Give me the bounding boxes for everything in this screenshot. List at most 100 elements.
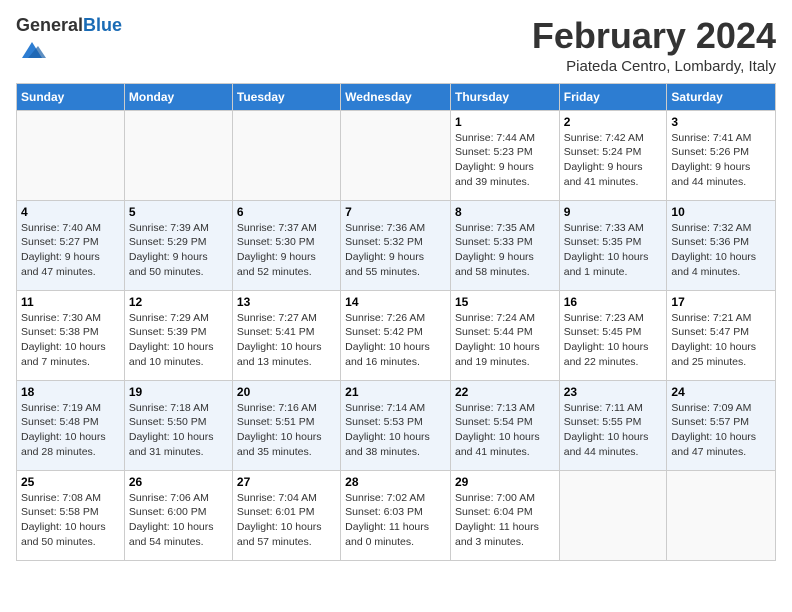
logo-icon [18, 36, 46, 64]
day-number: 14 [345, 295, 446, 309]
weekday-header: Friday [559, 83, 667, 110]
day-info: Sunrise: 7:32 AM Sunset: 5:36 PM Dayligh… [671, 221, 771, 280]
day-number: 23 [564, 385, 663, 399]
calendar-cell: 10 Sunrise: 7:32 AM Sunset: 5:36 PM Dayli… [667, 200, 776, 290]
day-info: Sunrise: 7:09 AM Sunset: 5:57 PM Dayligh… [671, 401, 771, 460]
calendar-cell: 17 Sunrise: 7:21 AM Sunset: 5:47 PM Dayli… [667, 290, 776, 380]
day-number: 7 [345, 205, 446, 219]
calendar-cell: 6 Sunrise: 7:37 AM Sunset: 5:30 PM Daylig… [232, 200, 340, 290]
day-info: Sunrise: 7:13 AM Sunset: 5:54 PM Dayligh… [455, 401, 555, 460]
day-number: 20 [237, 385, 336, 399]
day-info: Sunrise: 7:36 AM Sunset: 5:32 PM Dayligh… [345, 221, 446, 280]
day-number: 11 [21, 295, 120, 309]
calendar-cell: 18 Sunrise: 7:19 AM Sunset: 5:48 PM Dayli… [17, 380, 125, 470]
day-number: 6 [237, 205, 336, 219]
day-number: 4 [21, 205, 120, 219]
day-info: Sunrise: 7:40 AM Sunset: 5:27 PM Dayligh… [21, 221, 120, 280]
weekday-header: Monday [124, 83, 232, 110]
calendar-cell: 28 Sunrise: 7:02 AM Sunset: 6:03 PM Dayli… [341, 470, 451, 560]
calendar-week-row: 25Sunrise: 7:08 AM Sunset: 5:58 PM Dayli… [17, 470, 776, 560]
day-number: 27 [237, 475, 336, 489]
weekday-header: Tuesday [232, 83, 340, 110]
day-info: Sunrise: 7:35 AM Sunset: 5:33 PM Dayligh… [455, 221, 555, 280]
day-info: Sunrise: 7:39 AM Sunset: 5:29 PM Dayligh… [129, 221, 228, 280]
day-info: Sunrise: 7:42 AM Sunset: 5:24 PM Dayligh… [564, 131, 663, 190]
calendar-cell: 26 Sunrise: 7:06 AM Sunset: 6:00 PM Dayli… [124, 470, 232, 560]
day-number: 17 [671, 295, 771, 309]
day-number: 3 [671, 115, 771, 129]
day-info: Sunrise: 7:27 AM Sunset: 5:41 PM Dayligh… [237, 311, 336, 370]
calendar-cell: 15Sunrise: 7:24 AM Sunset: 5:44 PM Dayli… [450, 290, 559, 380]
weekday-header: Sunday [17, 83, 125, 110]
day-number: 19 [129, 385, 228, 399]
day-number: 2 [564, 115, 663, 129]
calendar-cell: 19 Sunrise: 7:18 AM Sunset: 5:50 PM Dayli… [124, 380, 232, 470]
day-info: Sunrise: 7:14 AM Sunset: 5:53 PM Dayligh… [345, 401, 446, 460]
day-info: Sunrise: 7:19 AM Sunset: 5:48 PM Dayligh… [21, 401, 120, 460]
calendar-cell: 14 Sunrise: 7:26 AM Sunset: 5:42 PM Dayli… [341, 290, 451, 380]
calendar-cell: 11Sunrise: 7:30 AM Sunset: 5:38 PM Dayli… [17, 290, 125, 380]
calendar-cell: 3 Sunrise: 7:41 AM Sunset: 5:26 PM Daylig… [667, 110, 776, 200]
day-number: 21 [345, 385, 446, 399]
calendar-cell: 2 Sunrise: 7:42 AM Sunset: 5:24 PM Daylig… [559, 110, 667, 200]
calendar-week-row: 18 Sunrise: 7:19 AM Sunset: 5:48 PM Dayli… [17, 380, 776, 470]
calendar-cell [667, 470, 776, 560]
calendar-cell: 7 Sunrise: 7:36 AM Sunset: 5:32 PM Daylig… [341, 200, 451, 290]
day-info: Sunrise: 7:37 AM Sunset: 5:30 PM Dayligh… [237, 221, 336, 280]
calendar-cell: 8 Sunrise: 7:35 AM Sunset: 5:33 PM Daylig… [450, 200, 559, 290]
day-number: 12 [129, 295, 228, 309]
day-info: Sunrise: 7:26 AM Sunset: 5:42 PM Dayligh… [345, 311, 446, 370]
weekday-header: Wednesday [341, 83, 451, 110]
day-info: Sunrise: 7:29 AM Sunset: 5:39 PM Dayligh… [129, 311, 228, 370]
calendar-cell: 4 Sunrise: 7:40 AM Sunset: 5:27 PM Daylig… [17, 200, 125, 290]
day-info: Sunrise: 7:00 AM Sunset: 6:04 PM Dayligh… [455, 491, 555, 550]
day-number: 16 [564, 295, 663, 309]
day-number: 9 [564, 205, 663, 219]
calendar-cell: 21 Sunrise: 7:14 AM Sunset: 5:53 PM Dayli… [341, 380, 451, 470]
day-info: Sunrise: 7:06 AM Sunset: 6:00 PM Dayligh… [129, 491, 228, 550]
day-number: 18 [21, 385, 120, 399]
calendar-week-row: 1 Sunrise: 7:44 AM Sunset: 5:23 PM Daylig… [17, 110, 776, 200]
day-number: 8 [455, 205, 555, 219]
day-number: 10 [671, 205, 771, 219]
day-number: 25 [21, 475, 120, 489]
day-number: 1 [455, 115, 555, 129]
calendar-cell: 27Sunrise: 7:04 AM Sunset: 6:01 PM Dayli… [232, 470, 340, 560]
day-info: Sunrise: 7:21 AM Sunset: 5:47 PM Dayligh… [671, 311, 771, 370]
calendar-week-row: 11Sunrise: 7:30 AM Sunset: 5:38 PM Dayli… [17, 290, 776, 380]
day-number: 24 [671, 385, 771, 399]
day-info: Sunrise: 7:24 AM Sunset: 5:44 PM Dayligh… [455, 311, 555, 370]
calendar-table: SundayMondayTuesdayWednesdayThursdayFrid… [16, 83, 776, 561]
day-info: Sunrise: 7:02 AM Sunset: 6:03 PM Dayligh… [345, 491, 446, 550]
calendar-cell [232, 110, 340, 200]
day-number: 28 [345, 475, 446, 489]
day-number: 5 [129, 205, 228, 219]
day-number: 22 [455, 385, 555, 399]
day-info: Sunrise: 7:33 AM Sunset: 5:35 PM Dayligh… [564, 221, 663, 280]
weekday-header-row: SundayMondayTuesdayWednesdayThursdayFrid… [17, 83, 776, 110]
day-info: Sunrise: 7:23 AM Sunset: 5:45 PM Dayligh… [564, 311, 663, 370]
calendar-cell: 5 Sunrise: 7:39 AM Sunset: 5:29 PM Daylig… [124, 200, 232, 290]
day-info: Sunrise: 7:18 AM Sunset: 5:50 PM Dayligh… [129, 401, 228, 460]
title-block: February 2024 Piateda Centro, Lombardy, … [532, 16, 776, 75]
weekday-header: Thursday [450, 83, 559, 110]
calendar-cell: 16 Sunrise: 7:23 AM Sunset: 5:45 PM Dayli… [559, 290, 667, 380]
logo: GeneralBlue [16, 16, 122, 69]
calendar-cell: 20Sunrise: 7:16 AM Sunset: 5:51 PM Dayli… [232, 380, 340, 470]
calendar-cell: 1 Sunrise: 7:44 AM Sunset: 5:23 PM Daylig… [450, 110, 559, 200]
day-info: Sunrise: 7:44 AM Sunset: 5:23 PM Dayligh… [455, 131, 555, 190]
page-header: GeneralBlue February 2024 Piateda Centro… [16, 16, 776, 75]
calendar-cell: 29Sunrise: 7:00 AM Sunset: 6:04 PM Dayli… [450, 470, 559, 560]
calendar-cell: 22 Sunrise: 7:13 AM Sunset: 5:54 PM Dayli… [450, 380, 559, 470]
month-title: February 2024 [532, 16, 776, 56]
day-info: Sunrise: 7:41 AM Sunset: 5:26 PM Dayligh… [671, 131, 771, 190]
calendar-cell [124, 110, 232, 200]
weekday-header: Saturday [667, 83, 776, 110]
logo-blue: Blue [83, 15, 122, 35]
calendar-cell: 13 Sunrise: 7:27 AM Sunset: 5:41 PM Dayli… [232, 290, 340, 380]
day-number: 26 [129, 475, 228, 489]
location-title: Piateda Centro, Lombardy, Italy [532, 58, 776, 75]
day-info: Sunrise: 7:11 AM Sunset: 5:55 PM Dayligh… [564, 401, 663, 460]
calendar-week-row: 4 Sunrise: 7:40 AM Sunset: 5:27 PM Daylig… [17, 200, 776, 290]
day-number: 13 [237, 295, 336, 309]
